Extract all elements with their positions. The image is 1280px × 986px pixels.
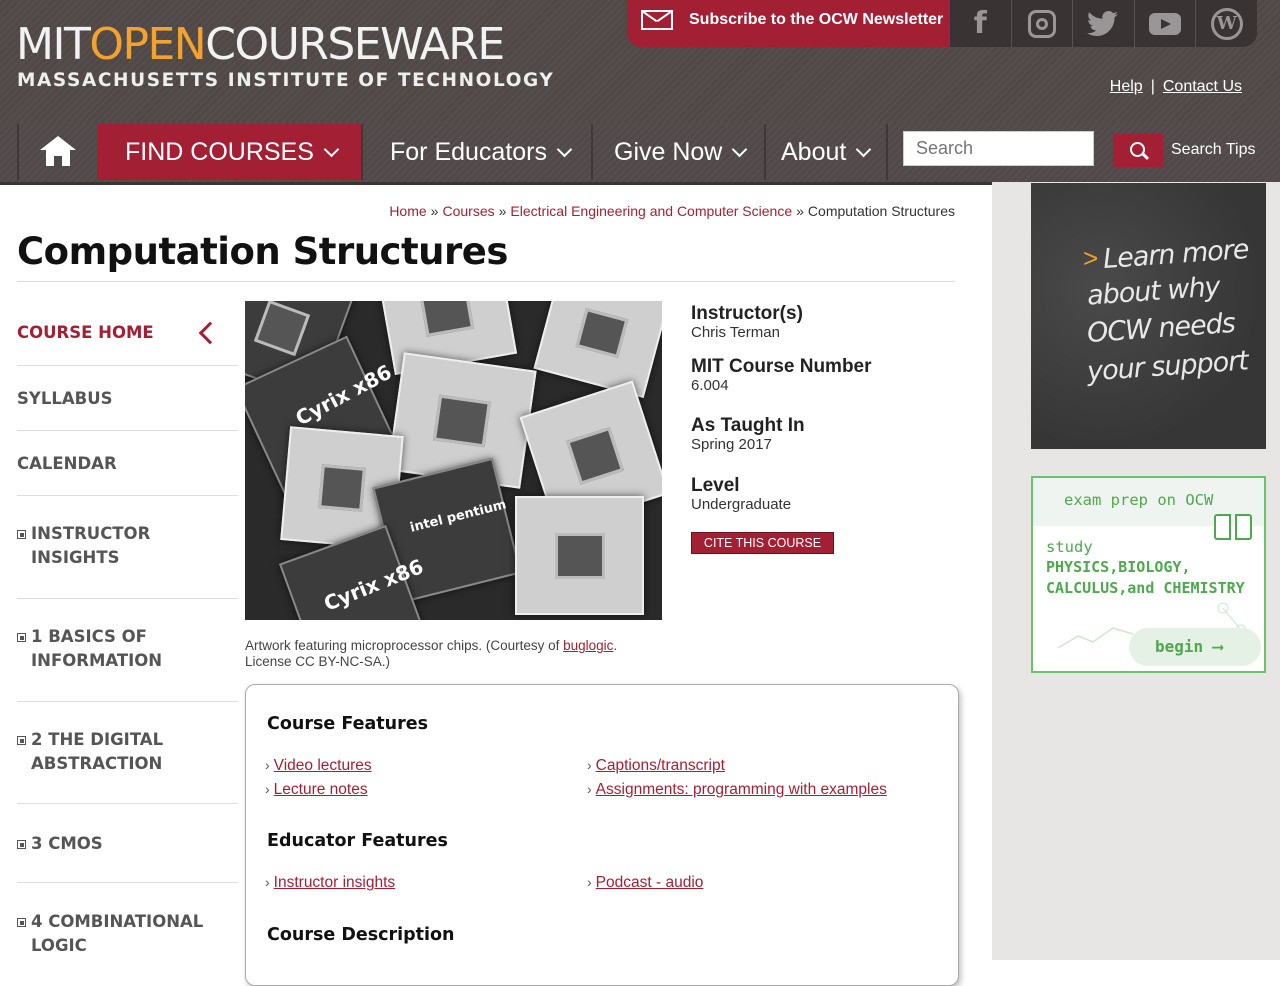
wordpress-icon[interactable]: W <box>1195 0 1257 47</box>
site-header: MITOPENCOURSEWARE MASSACHUSETTS INSTITUT… <box>0 0 1280 122</box>
title-divider <box>17 281 955 282</box>
feature-link-captions[interactable]: › Captions/transcript <box>587 757 725 775</box>
facebook-icon[interactable]: f <box>950 0 1011 47</box>
course-number-value: 6.004 <box>691 377 729 394</box>
course-nav-item-calendar[interactable]: CALENDAR <box>17 431 238 496</box>
course-nav-item-digital-abstraction[interactable]: 2 THE DIGITAL ABSTRACTION <box>17 702 238 804</box>
feature-link-lecture-notes[interactable]: › Lecture notes <box>265 781 368 799</box>
educator-features-heading: Educator Features <box>267 831 448 851</box>
course-features-panel: Course Features › Video lectures › Caption… <box>245 684 959 986</box>
exam-study-text: study <box>1046 538 1093 556</box>
expand-icon <box>17 736 26 745</box>
youtube-icon[interactable] <box>1133 0 1196 47</box>
course-nav: COURSE HOME SYLLABUS CALENDAR INSTRUCTOR… <box>17 300 238 973</box>
chevron-down-icon <box>556 141 573 157</box>
exam-begin-button[interactable]: begin ⟶ <box>1129 628 1261 666</box>
level-label: Level <box>691 475 740 496</box>
expand-icon <box>17 530 26 539</box>
book-icon <box>1213 514 1253 544</box>
course-info: Instructor(s) Chris Terman MIT Course Nu… <box>691 303 971 514</box>
course-nav-item-instructor-insights[interactable]: INSTRUCTOR INSIGHTS <box>17 496 238 599</box>
course-nav-item-cmos[interactable]: 3 CMOS <box>17 804 238 883</box>
expand-icon <box>17 918 26 927</box>
nav-find-courses[interactable]: FIND COURSES <box>97 124 363 180</box>
site-logo[interactable]: MITOPENCOURSEWARE <box>16 19 505 70</box>
exam-prep-title: exam prep on OCW <box>1064 491 1214 509</box>
home-button[interactable] <box>17 124 99 180</box>
breadcrumb-eecs[interactable]: Electrical Engineering and Computer Scie… <box>510 203 792 219</box>
instagram-icon[interactable] <box>1010 0 1073 47</box>
search-button[interactable] <box>1113 134 1163 167</box>
expand-icon <box>17 840 26 849</box>
feature-link-instructor-insights[interactable]: › Instructor insights <box>265 874 395 892</box>
feature-link-video-lectures[interactable]: › Video lectures <box>265 757 372 775</box>
mail-icon <box>641 10 673 30</box>
course-image: Cyrix x86 intel pentium Cyrix x86 <box>245 301 662 620</box>
logo-subtitle: MASSACHUSETTS INSTITUTE OF TECHNOLOGY <box>17 70 555 91</box>
feature-link-podcast[interactable]: › Podcast - audio <box>587 874 703 892</box>
twitter-icon[interactable] <box>1072 0 1134 47</box>
subscribe-label: Subscribe to the OCW Newsletter <box>689 11 944 28</box>
instructor-label: Instructor(s) <box>691 303 803 324</box>
search-icon <box>1130 142 1145 157</box>
arrow-right-icon: ⟶ <box>1212 637 1223 656</box>
taught-in-value: Spring 2017 <box>691 436 772 453</box>
image-caption: Artwork featuring microprocessor chips. … <box>245 638 618 669</box>
nav-for-educators[interactable]: For Educators <box>365 124 593 180</box>
level-value: Undergraduate <box>691 496 792 513</box>
instructor-value: Chris Terman <box>691 324 780 341</box>
chevron-left-icon <box>198 321 222 345</box>
exam-prep-banner[interactable]: exam prep on OCW study PHYSICS,BIOLOGY, … <box>1031 476 1266 673</box>
logo-courseware: COURSEWARE <box>205 19 505 70</box>
taught-in-label: As Taught In <box>691 415 805 436</box>
nav-give-now[interactable]: Give Now <box>595 124 766 180</box>
expand-icon <box>17 633 26 642</box>
cite-course-button[interactable]: CITE THIS COURSE <box>691 532 834 554</box>
course-nav-item-syllabus[interactable]: SYLLABUS <box>17 366 238 431</box>
breadcrumb-home[interactable]: Home <box>389 203 426 219</box>
course-description-heading: Course Description <box>267 925 455 945</box>
breadcrumb-courses[interactable]: Courses <box>442 203 494 219</box>
contact-us-link[interactable]: Contact Us <box>1163 78 1242 95</box>
exam-subjects-text: PHYSICS,BIOLOGY, CALCULUS,and CHEMISTRY <box>1046 558 1245 597</box>
chalk-arrow-icon: > <box>1083 243 1099 273</box>
course-nav-item-course-home[interactable]: COURSE HOME <box>17 300 238 366</box>
social-links: f W <box>950 0 1257 47</box>
feature-link-assignments[interactable]: › Assignments: programming with examples <box>587 781 887 799</box>
course-features-heading: Course Features <box>267 714 428 734</box>
course-number-label: MIT Course Number <box>691 356 872 377</box>
caption-buglogic-link[interactable]: buglogic <box>563 638 613 653</box>
search-tips-link[interactable]: Search Tips <box>1171 141 1255 159</box>
logo-mit: MIT <box>16 19 91 70</box>
page-title: Computation Structures <box>17 230 508 273</box>
nav-about[interactable]: About <box>768 124 888 180</box>
chevron-down-icon <box>856 141 872 157</box>
course-nav-item-basics-of-information[interactable]: 1 BASICS OF INFORMATION <box>17 599 238 702</box>
subscribe-newsletter-button[interactable]: Subscribe to the OCW Newsletter <box>627 0 949 47</box>
help-link[interactable]: Help <box>1110 78 1143 95</box>
breadcrumb-current: Computation Structures <box>807 203 955 219</box>
search-input[interactable] <box>903 131 1094 166</box>
breadcrumb: Home» Courses» Electrical Engineering and … <box>389 203 955 219</box>
chevron-down-icon <box>323 141 340 157</box>
utility-links: Help | Contact Us <box>1109 78 1242 95</box>
chevron-down-icon <box>732 141 748 157</box>
support-ocw-banner[interactable]: > Learn more about why OCW needs your su… <box>1031 183 1266 449</box>
logo-open: OPEN <box>89 19 206 70</box>
